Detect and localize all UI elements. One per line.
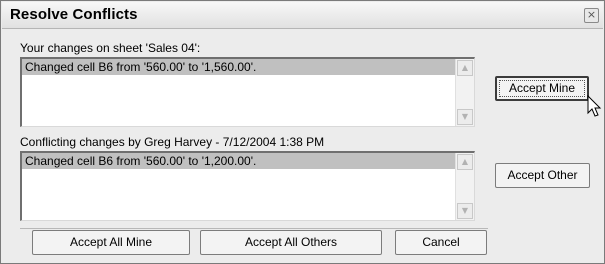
conflicting-changes-label: Conflicting changes by Greg Harvey - 7/1… xyxy=(20,135,325,149)
title-bar: Resolve Conflicts × xyxy=(2,2,603,29)
conflicting-changes-listbox[interactable]: Changed cell B6 from '560.00' to '1,200.… xyxy=(20,151,475,221)
mouse-cursor-icon xyxy=(587,95,602,117)
scrollbar[interactable]: ▲ ▼ xyxy=(455,59,474,126)
accept-other-button[interactable]: Accept Other xyxy=(495,163,590,188)
scroll-up-icon[interactable]: ▲ xyxy=(457,154,473,170)
close-icon[interactable]: × xyxy=(584,8,599,23)
list-item[interactable]: Changed cell B6 from '560.00' to '1,560.… xyxy=(22,59,455,75)
list-item[interactable]: Changed cell B6 from '560.00' to '1,200.… xyxy=(22,153,455,169)
scroll-down-icon[interactable]: ▼ xyxy=(457,203,473,219)
accept-all-others-button[interactable]: Accept All Others xyxy=(200,230,382,255)
scroll-down-icon[interactable]: ▼ xyxy=(457,109,473,125)
cancel-button[interactable]: Cancel xyxy=(395,230,487,255)
scrollbar[interactable]: ▲ ▼ xyxy=(455,153,474,220)
accept-mine-button[interactable]: Accept Mine xyxy=(495,76,589,101)
your-changes-listbox[interactable]: Changed cell B6 from '560.00' to '1,560.… xyxy=(20,57,475,127)
dialog-title: Resolve Conflicts xyxy=(10,6,138,23)
accept-all-mine-button[interactable]: Accept All Mine xyxy=(32,230,190,255)
scroll-up-icon[interactable]: ▲ xyxy=(457,60,473,76)
resolve-conflicts-dialog: Resolve Conflicts × Your changes on shee… xyxy=(0,0,605,264)
your-changes-label: Your changes on sheet 'Sales 04': xyxy=(20,41,201,55)
